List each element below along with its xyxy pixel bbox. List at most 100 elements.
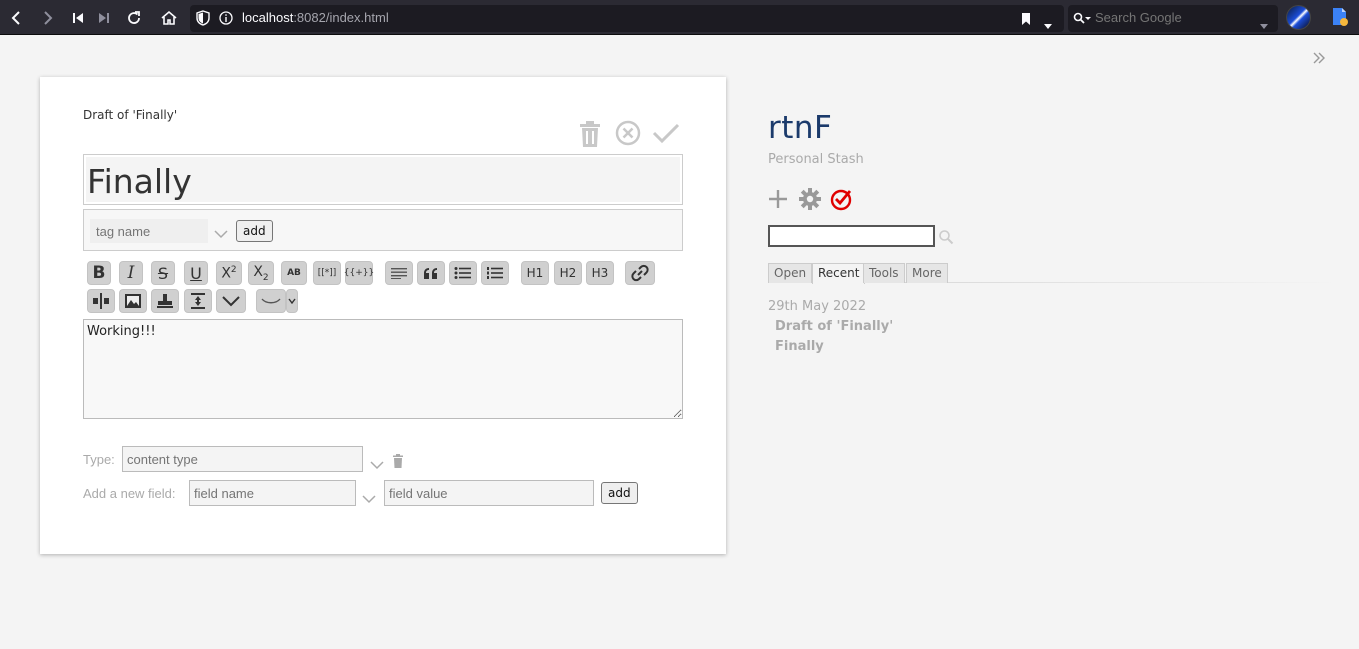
cancel-circle-icon[interactable] (615, 120, 641, 150)
checkmark-icon[interactable] (652, 120, 680, 150)
wikilink-button[interactable]: [[*]] (313, 261, 341, 285)
superscript-button[interactable]: X2 (216, 261, 242, 285)
quote-icon (424, 268, 437, 279)
code-block-button[interactable] (385, 261, 413, 285)
link-button[interactable] (625, 261, 655, 285)
double-chevron-right-icon[interactable] (1311, 50, 1327, 69)
done-check-circle-icon[interactable] (829, 187, 853, 215)
emoji-dropdown-button[interactable] (286, 289, 298, 313)
back-icon[interactable] (2, 0, 30, 35)
link-icon (631, 264, 649, 282)
content-type-input[interactable] (122, 446, 363, 472)
chevron-down-icon[interactable] (370, 455, 384, 474)
url-dropdown-icon[interactable] (1043, 15, 1053, 34)
excise-icon (93, 293, 109, 309)
field-value-input[interactable] (384, 480, 594, 506)
home-icon[interactable] (155, 0, 183, 35)
tag-name-input[interactable] (90, 219, 208, 243)
bullet-list-icon (454, 267, 471, 279)
draft-editor-card: Draft of 'Finally' add B I S U X2 X2 AB … (40, 77, 726, 554)
bold-icon: B (92, 263, 106, 283)
search-dropdown-icon[interactable] (1259, 15, 1269, 34)
italic-icon: I (127, 263, 135, 283)
tab-more[interactable]: More (906, 263, 948, 283)
recent-link-draft[interactable]: Draft of 'Finally' (775, 319, 893, 334)
tab-recent[interactable]: Recent (812, 263, 866, 284)
underline-icon: U (190, 263, 202, 283)
trash-icon[interactable] (392, 453, 404, 472)
quote-button[interactable] (417, 261, 445, 285)
skip-back-icon[interactable] (64, 0, 92, 35)
underline-button[interactable]: U (184, 261, 208, 285)
forward-icon[interactable] (34, 0, 62, 35)
stamp-icon (157, 294, 173, 308)
transclusion-button[interactable]: {{+}} (343, 261, 375, 285)
subscript-button[interactable]: X2 (248, 261, 274, 285)
superscript-icon: X2 (221, 264, 237, 282)
search-input[interactable] (1095, 10, 1250, 25)
heading-1-button[interactable]: H1 (521, 261, 549, 285)
line-height-button[interactable] (184, 289, 212, 313)
more-formats-button[interactable] (216, 289, 246, 313)
add-field-button[interactable]: add (601, 482, 638, 504)
bullet-list-button[interactable] (449, 261, 477, 285)
heading-3-icon: H3 (591, 266, 609, 280)
transclusion-icon: {{+}} (343, 268, 375, 278)
info-icon[interactable] (218, 10, 234, 30)
numbered-list-button[interactable] (481, 261, 509, 285)
gear-icon[interactable] (798, 187, 822, 215)
add-tag-button[interactable]: add (236, 220, 273, 242)
heading-1-icon: H1 (526, 266, 544, 280)
tab-open[interactable]: Open (768, 263, 813, 283)
bold-button[interactable]: B (87, 261, 111, 285)
trash-icon[interactable] (578, 120, 602, 152)
content-textarea[interactable]: Working!!! (83, 319, 683, 419)
heading-3-button[interactable]: H3 (586, 261, 614, 285)
code-block-icon (391, 268, 407, 279)
strikethrough-icon: S (157, 263, 169, 283)
tab-tools[interactable]: Tools (863, 263, 905, 283)
heading-2-button[interactable]: H2 (554, 261, 582, 285)
url-bar[interactable]: localhost:8082/index.html (190, 5, 1064, 32)
field-name-input[interactable] (189, 480, 356, 506)
recent-link-finally[interactable]: Finally (775, 339, 824, 354)
browser-toolbar: localhost:8082/index.html (0, 0, 1359, 35)
strikethrough-button[interactable]: S (151, 261, 175, 285)
search-bar[interactable] (1068, 5, 1278, 32)
search-icon[interactable] (938, 229, 954, 249)
line-height-icon (191, 293, 205, 309)
app-title[interactable]: rtnF (768, 110, 832, 146)
numbered-list-icon (487, 267, 503, 279)
skip-forward-icon[interactable] (90, 0, 118, 35)
emoji-button[interactable] (256, 289, 286, 313)
extension-avatar-icon[interactable] (1286, 5, 1311, 30)
image-button[interactable] (119, 289, 147, 313)
chevron-down-icon (222, 296, 240, 307)
small-caps-button[interactable]: AB (281, 261, 307, 285)
small-caps-icon: AB (287, 268, 301, 278)
draft-heading: Draft of 'Finally' (83, 108, 178, 122)
italic-button[interactable]: I (119, 261, 143, 285)
sidebar-search-input[interactable] (768, 225, 935, 247)
shield-icon[interactable] (196, 10, 210, 30)
search-engine-icon[interactable] (1073, 11, 1091, 30)
wikilink-icon: [[*]] (317, 268, 337, 278)
image-icon (125, 294, 141, 308)
reload-icon[interactable] (120, 0, 148, 35)
subscript-icon: X2 (253, 263, 269, 283)
tag-row: add (83, 209, 683, 251)
title-input[interactable] (83, 154, 683, 205)
app-subtitle: Personal Stash (768, 152, 864, 167)
recent-date: 29th May 2022 (768, 299, 867, 314)
extension-document-icon[interactable] (1331, 7, 1349, 31)
chevron-down-icon[interactable] (214, 224, 228, 243)
type-label: Type: (83, 452, 115, 467)
chevron-down-icon[interactable] (362, 489, 376, 508)
new-field-label: Add a new field: (83, 486, 176, 501)
plus-icon[interactable] (766, 187, 790, 215)
bookmark-icon[interactable] (1020, 11, 1032, 30)
stamp-button[interactable] (151, 289, 179, 313)
url-text: localhost:8082/index.html (242, 10, 389, 25)
excise-button[interactable] (87, 289, 115, 313)
chevron-down-icon (288, 298, 296, 304)
